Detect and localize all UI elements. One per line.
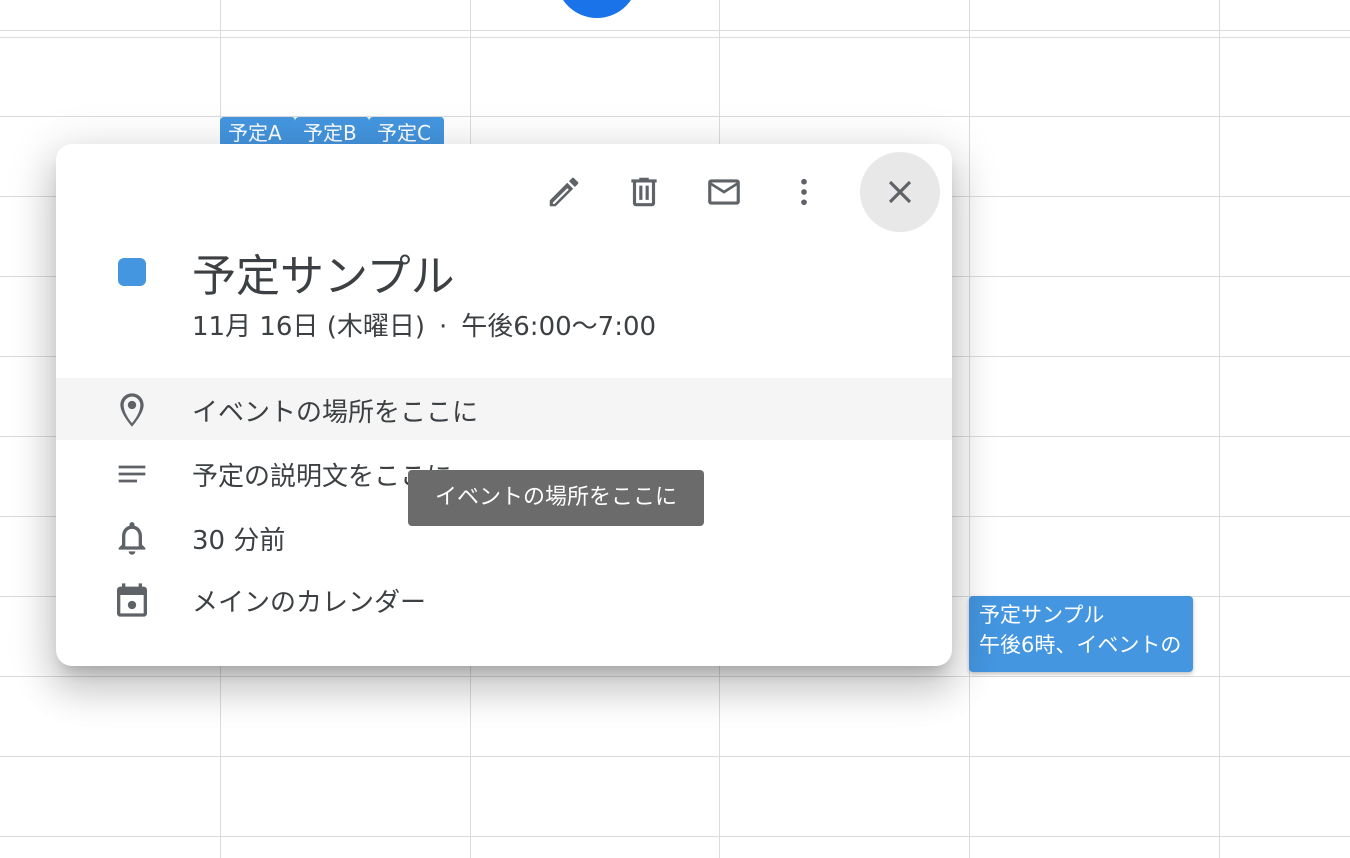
calendar-icon <box>112 580 152 620</box>
trash-icon <box>631 177 657 207</box>
event-title: 予定サンプル <box>192 251 455 302</box>
hour-row-divider <box>0 676 1350 677</box>
event-color-indicator <box>118 258 146 286</box>
delete-button[interactable] <box>604 152 684 232</box>
day-column-divider <box>1219 0 1220 858</box>
close-button[interactable] <box>860 152 940 232</box>
all-day-divider <box>0 30 1350 38</box>
pencil-icon <box>549 177 579 207</box>
notes-icon <box>112 454 152 494</box>
mail-icon <box>708 179 740 205</box>
location-tooltip: イベントの場所をここに <box>408 470 704 526</box>
event-reminder: 30 分前 <box>192 526 286 556</box>
event-block-sample[interactable]: 予定サンプル 午後6時、イベントの <box>969 596 1193 672</box>
more-vert-icon <box>801 178 807 206</box>
event-chip-b[interactable]: 予定B <box>295 117 370 147</box>
hour-row-divider <box>0 116 1350 117</box>
calendar-row: メインのカレンダー <box>56 568 952 630</box>
more-options-button[interactable] <box>764 152 844 232</box>
event-date: 11月 16日 (木曜日) <box>192 312 425 342</box>
event-time: 午後6:00～7:00 <box>461 312 657 342</box>
event-detail-popup: 予定サンプル 11月 16日 (木曜日) · 午後6:00～7:00 イベントの場所… <box>56 144 952 666</box>
location-row[interactable]: イベントの場所をここに <box>56 378 952 440</box>
event-calendar-name: メインのカレンダー <box>192 588 427 618</box>
event-location: イベントの場所をここに <box>192 398 479 428</box>
edit-button[interactable] <box>524 152 604 232</box>
datetime-separator: · <box>439 312 448 342</box>
event-chip-a[interactable]: 予定A <box>220 117 296 147</box>
close-icon <box>888 180 912 204</box>
event-datetime: 11月 16日 (木曜日) · 午後6:00～7:00 <box>192 306 656 343</box>
event-block-subtitle: 午後6時、イベントの <box>979 633 1182 657</box>
event-chip-c[interactable]: 予定C <box>369 117 445 147</box>
today-date-circle[interactable] <box>556 0 638 18</box>
hour-row-divider <box>0 836 1350 837</box>
event-block-title: 予定サンプル <box>979 603 1105 627</box>
day-column-divider <box>969 0 970 858</box>
hour-row-divider <box>0 756 1350 757</box>
bell-icon <box>112 518 152 558</box>
email-guests-button[interactable] <box>684 152 764 232</box>
map-pin-icon <box>112 390 152 430</box>
